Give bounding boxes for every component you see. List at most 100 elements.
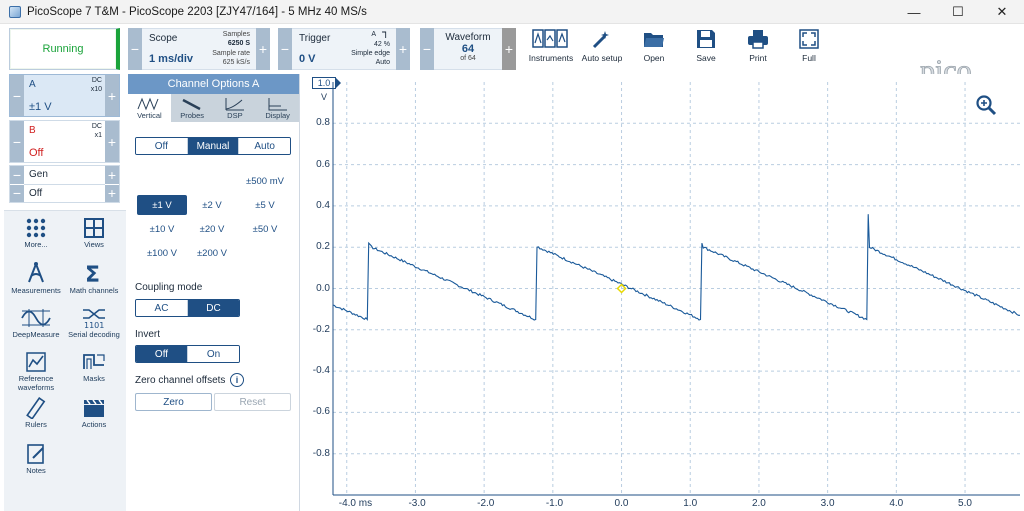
- waveform-next-button[interactable]: +: [502, 28, 516, 70]
- range-option-10v[interactable]: ±10 V: [137, 219, 187, 239]
- print-button[interactable]: Print: [731, 28, 785, 63]
- vertical-tab-icon: [137, 97, 159, 111]
- zoom-in-icon[interactable]: [975, 94, 997, 119]
- masks-button[interactable]: Masks: [64, 351, 124, 384]
- scope-decrease-button[interactable]: −: [128, 28, 142, 70]
- range-option-2v[interactable]: ±2 V: [187, 195, 237, 215]
- coupling-ac-button[interactable]: AC: [136, 300, 188, 316]
- svg-text:1101: 1101: [84, 321, 104, 329]
- x-tick-label: 2.0: [751, 498, 766, 509]
- generator-value[interactable]: Off: [29, 188, 42, 199]
- trigger-mode[interactable]: Auto: [376, 59, 390, 66]
- channel-b-probe: x1: [94, 132, 102, 139]
- x-tick-label: 3.0: [820, 498, 835, 509]
- auto-setup-icon: [592, 31, 609, 49]
- timebase-value[interactable]: 1 ms/div: [149, 53, 193, 65]
- range-option-200v[interactable]: ±200 V: [187, 243, 237, 263]
- scope-increase-button[interactable]: +: [256, 28, 270, 70]
- run-stop-button[interactable]: Running: [9, 28, 120, 70]
- measurements-label: Measurements: [11, 286, 61, 295]
- math-channels-label: Math channels: [69, 286, 119, 295]
- generator-off-decrease-button[interactable]: −: [10, 183, 24, 202]
- range-option-20v[interactable]: ±20 V: [187, 219, 237, 239]
- invert-on-button[interactable]: On: [188, 346, 239, 362]
- zero-button[interactable]: Zero: [135, 393, 212, 411]
- invert-off-button[interactable]: Off: [136, 346, 188, 362]
- math-channels-button[interactable]: Σ Math channels: [64, 261, 124, 296]
- channel-b-control[interactable]: − B DC x1 Off +: [9, 120, 120, 163]
- reference-waveforms-button[interactable]: Reference waveforms: [6, 351, 66, 392]
- channel-a-increase-button[interactable]: +: [105, 75, 119, 116]
- rulers-button[interactable]: Rulers: [6, 397, 66, 430]
- deepmeasure-icon: [21, 309, 51, 327]
- waveform-chart[interactable]: [300, 74, 1024, 511]
- range-option-50v[interactable]: ±50 V: [240, 219, 290, 239]
- actions-button[interactable]: Actions: [64, 397, 124, 430]
- x-tick-label: -3.0: [408, 498, 426, 509]
- save-button[interactable]: Save: [679, 28, 733, 63]
- tab-display[interactable]: Display: [256, 94, 299, 122]
- trigger-channel: A: [371, 31, 376, 38]
- notes-icon: [27, 444, 44, 464]
- mode-auto-button[interactable]: Auto: [239, 138, 290, 154]
- auto-setup-button[interactable]: Auto setup: [575, 28, 629, 63]
- reset-button[interactable]: Reset: [214, 393, 291, 411]
- range-option-1v[interactable]: ±1 V: [137, 195, 187, 215]
- left-sidebar: − A DC x10 ±1 V + − B DC x1 Off + − − Ge…: [0, 74, 128, 511]
- coupling-dc-button[interactable]: DC: [188, 300, 239, 316]
- generator-increase-button[interactable]: +: [105, 166, 119, 184]
- save-icon: [697, 30, 715, 48]
- more-icon: [26, 218, 46, 238]
- waveform-previous-button[interactable]: −: [420, 28, 434, 70]
- y-tick-label: -0.6: [312, 406, 330, 418]
- panel-title: Channel Options A: [128, 74, 299, 94]
- range-mode-selector: Off Manual Auto: [135, 137, 291, 155]
- measurements-button[interactable]: Measurements: [6, 261, 66, 296]
- samples-value[interactable]: 6250 S: [228, 40, 250, 47]
- waveform-number[interactable]: 64: [434, 43, 502, 55]
- notes-button[interactable]: Notes: [6, 443, 66, 476]
- generator-decrease-button[interactable]: −: [10, 166, 24, 184]
- print-label: Print: [749, 53, 767, 63]
- views-button[interactable]: Views: [64, 217, 124, 250]
- maximize-button[interactable]: ☐: [936, 0, 980, 24]
- trigger-level-value[interactable]: 0 V: [299, 53, 316, 65]
- more-button[interactable]: More...: [6, 217, 66, 250]
- info-icon[interactable]: i: [230, 373, 244, 387]
- scope-view[interactable]: 1.0 V 0.8 0.6 0.4 0.2 0.0 -0.2 -0.4 -0.6 -0.8 -4…: [300, 74, 1024, 511]
- close-button[interactable]: ✕: [980, 0, 1024, 24]
- channel-b-increase-button[interactable]: +: [105, 121, 119, 162]
- open-button[interactable]: Open: [627, 28, 681, 63]
- range-option-500mv[interactable]: ±500 mV: [237, 171, 293, 191]
- invert-label: Invert: [135, 329, 161, 340]
- tab-dsp[interactable]: DSP: [214, 94, 257, 122]
- range-option-100v[interactable]: ±100 V: [137, 243, 187, 263]
- y-tick-label: 0.8: [316, 117, 330, 129]
- tab-vertical[interactable]: Vertical: [128, 94, 171, 122]
- channel-a-range[interactable]: ±1 V: [29, 101, 52, 113]
- app-icon: [9, 5, 21, 18]
- generator-control[interactable]: − − Gen Off + +: [9, 165, 120, 203]
- channel-a-control[interactable]: − A DC x10 ±1 V +: [9, 74, 120, 117]
- channel-b-decrease-button[interactable]: −: [10, 121, 24, 162]
- channel-b-range[interactable]: Off: [29, 147, 43, 159]
- channel-a-name: A: [29, 79, 36, 90]
- minimize-button[interactable]: —: [892, 0, 936, 24]
- generator-off-increase-button[interactable]: +: [105, 183, 119, 202]
- tab-probes[interactable]: Probes: [171, 94, 214, 122]
- deepmeasure-button[interactable]: DeepMeasure: [6, 307, 66, 340]
- serial-decoding-button[interactable]: 1101 Serial decoding: [64, 307, 124, 340]
- instruments-button[interactable]: Instruments: [524, 28, 578, 63]
- mode-manual-button[interactable]: Manual: [187, 138, 240, 154]
- title-bar: PicoScope 7 T&M - PicoScope 2203 [ZJY47/…: [0, 0, 1024, 24]
- y-tick-label: -0.4: [312, 365, 330, 377]
- full-screen-button[interactable]: Full: [782, 28, 836, 63]
- channel-a-decrease-button[interactable]: −: [10, 75, 24, 116]
- trigger-type[interactable]: Simple edge: [351, 50, 390, 57]
- probe-icon: [182, 98, 201, 111]
- mode-off-button[interactable]: Off: [136, 138, 188, 154]
- trigger-decrease-button[interactable]: −: [278, 28, 292, 70]
- trigger-increase-button[interactable]: +: [396, 28, 410, 70]
- range-option-5v[interactable]: ±5 V: [240, 195, 290, 215]
- invert-selector: Off On: [135, 345, 240, 363]
